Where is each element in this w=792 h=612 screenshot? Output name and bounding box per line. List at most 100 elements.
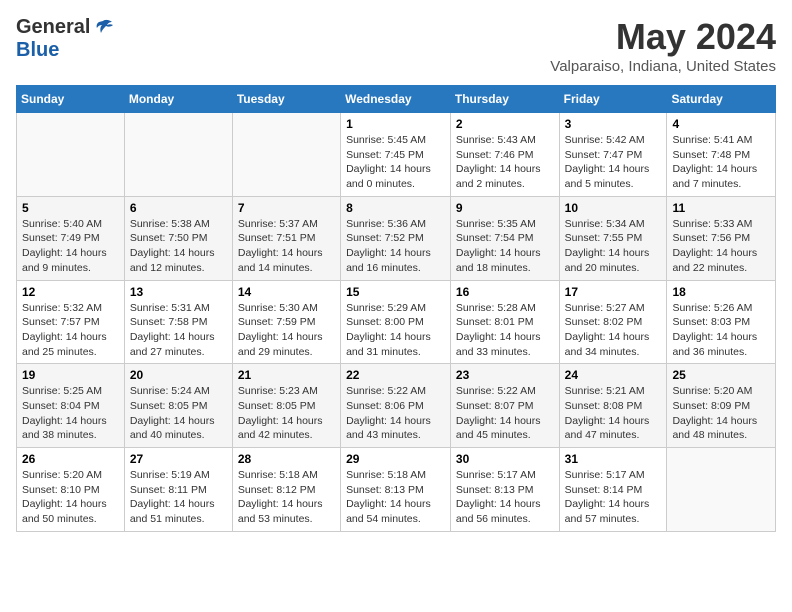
- day-number: 1: [346, 117, 445, 131]
- calendar-cell: 30 Sunrise: 5:17 AM Sunset: 8:13 PM Dayli…: [450, 448, 559, 532]
- calendar-cell: 29Sunrise: 5:18 AM Sunset: 8:13 PM Dayli…: [341, 448, 451, 532]
- day-number: 23: [456, 368, 554, 382]
- day-info: Sunrise: 5:18 AM Sunset: 8:12 PM Dayligh…: [238, 468, 335, 527]
- day-info: Sunrise: 5:45 AM Sunset: 7:45 PM Dayligh…: [346, 133, 445, 192]
- day-info: Sunrise: 5:29 AM Sunset: 8:00 PM Dayligh…: [346, 301, 445, 360]
- calendar-cell: 7Sunrise: 5:37 AM Sunset: 7:51 PM Daylig…: [232, 196, 340, 280]
- day-info: Sunrise: 5:36 AM Sunset: 7:52 PM Dayligh…: [346, 217, 445, 276]
- weekday-header-row: SundayMondayTuesdayWednesdayThursdayFrid…: [17, 86, 776, 113]
- day-info: Sunrise: 5:23 AM Sunset: 8:05 PM Dayligh…: [238, 384, 335, 443]
- day-number: 24: [565, 368, 662, 382]
- day-info: Sunrise: 5:35 AM Sunset: 7:54 PM Dayligh…: [456, 217, 554, 276]
- weekday-header-saturday: Saturday: [667, 86, 776, 113]
- title-section: May 2024 Valparaiso, Indiana, United Sta…: [550, 16, 776, 75]
- day-number: 30: [456, 452, 554, 466]
- day-number: 25: [672, 368, 770, 382]
- day-number: 19: [22, 368, 119, 382]
- logo-blue-text: Blue: [16, 39, 59, 61]
- calendar-cell: 28 Sunrise: 5:18 AM Sunset: 8:12 PM Dayli…: [232, 448, 340, 532]
- day-info: Sunrise: 5:19 AM Sunset: 8:11 PM Dayligh…: [130, 468, 227, 527]
- calendar-cell: 8Sunrise: 5:36 AM Sunset: 7:52 PM Daylig…: [341, 196, 451, 280]
- day-number: 17: [565, 285, 662, 299]
- weekday-header-monday: Monday: [124, 86, 232, 113]
- day-number: 16: [456, 285, 554, 299]
- day-info: Sunrise: 5:40 AM Sunset: 7:49 PM Dayligh…: [22, 217, 119, 276]
- day-info: Sunrise: 5:32 AM Sunset: 7:57 PM Dayligh…: [22, 301, 119, 360]
- calendar-cell: 19 Sunrise: 5:25 AM Sunset: 8:04 PM Dayli…: [17, 364, 125, 448]
- day-info: Sunrise: 5:26 AM Sunset: 8:03 PM Dayligh…: [672, 301, 770, 360]
- day-info: Sunrise: 5:33 AM Sunset: 7:56 PM Dayligh…: [672, 217, 770, 276]
- day-number: 5: [22, 201, 119, 215]
- day-info: Sunrise: 5:27 AM Sunset: 8:02 PM Dayligh…: [565, 301, 662, 360]
- calendar-cell: 22 Sunrise: 5:22 AM Sunset: 8:06 PM Dayli…: [341, 364, 451, 448]
- calendar-cell: 16 Sunrise: 5:28 AM Sunset: 8:01 PM Dayli…: [450, 280, 559, 364]
- calendar-cell: 3 Sunrise: 5:42 AM Sunset: 7:47 PM Daylig…: [559, 113, 667, 197]
- calendar-cell: 23 Sunrise: 5:22 AM Sunset: 8:07 PM Dayli…: [450, 364, 559, 448]
- day-info: Sunrise: 5:17 AM Sunset: 8:14 PM Dayligh…: [565, 468, 662, 527]
- calendar-table: SundayMondayTuesdayWednesdayThursdayFrid…: [16, 85, 776, 532]
- calendar-cell: 2Sunrise: 5:43 AM Sunset: 7:46 PM Daylig…: [450, 113, 559, 197]
- day-number: 7: [238, 201, 335, 215]
- calendar-cell: 14 Sunrise: 5:30 AM Sunset: 7:59 PM Dayli…: [232, 280, 340, 364]
- calendar-cell: 21 Sunrise: 5:23 AM Sunset: 8:05 PM Dayli…: [232, 364, 340, 448]
- weekday-header-wednesday: Wednesday: [341, 86, 451, 113]
- calendar-cell: 10Sunrise: 5:34 AM Sunset: 7:55 PM Dayli…: [559, 196, 667, 280]
- calendar-cell: [17, 113, 125, 197]
- day-number: 20: [130, 368, 227, 382]
- day-info: Sunrise: 5:20 AM Sunset: 8:10 PM Dayligh…: [22, 468, 119, 527]
- day-number: 12: [22, 285, 119, 299]
- day-number: 11: [672, 201, 770, 215]
- day-info: Sunrise: 5:18 AM Sunset: 8:13 PM Dayligh…: [346, 468, 445, 527]
- calendar-cell: [232, 113, 340, 197]
- day-info: Sunrise: 5:28 AM Sunset: 8:01 PM Dayligh…: [456, 301, 554, 360]
- day-number: 10: [565, 201, 662, 215]
- day-number: 13: [130, 285, 227, 299]
- day-info: Sunrise: 5:31 AM Sunset: 7:58 PM Dayligh…: [130, 301, 227, 360]
- day-number: 4: [672, 117, 770, 131]
- calendar-cell: 25 Sunrise: 5:20 AM Sunset: 8:09 PM Dayli…: [667, 364, 776, 448]
- page-header: General Blue May 2024 Valparaiso, Indian…: [16, 16, 776, 75]
- day-number: 26: [22, 452, 119, 466]
- calendar-cell: 17 Sunrise: 5:27 AM Sunset: 8:02 PM Dayli…: [559, 280, 667, 364]
- calendar-cell: [124, 113, 232, 197]
- day-number: 9: [456, 201, 554, 215]
- day-info: Sunrise: 5:17 AM Sunset: 8:13 PM Dayligh…: [456, 468, 554, 527]
- weekday-header-friday: Friday: [559, 86, 667, 113]
- calendar-cell: 20 Sunrise: 5:24 AM Sunset: 8:05 PM Dayli…: [124, 364, 232, 448]
- day-info: Sunrise: 5:20 AM Sunset: 8:09 PM Dayligh…: [672, 384, 770, 443]
- day-number: 6: [130, 201, 227, 215]
- calendar-cell: 5 Sunrise: 5:40 AM Sunset: 7:49 PM Daylig…: [17, 196, 125, 280]
- calendar-cell: 6 Sunrise: 5:38 AM Sunset: 7:50 PM Daylig…: [124, 196, 232, 280]
- weekday-header-tuesday: Tuesday: [232, 86, 340, 113]
- day-number: 2: [456, 117, 554, 131]
- week-row-3: 19 Sunrise: 5:25 AM Sunset: 8:04 PM Dayli…: [17, 364, 776, 448]
- day-number: 28: [238, 452, 335, 466]
- location-title: Valparaiso, Indiana, United States: [550, 58, 776, 75]
- day-info: Sunrise: 5:25 AM Sunset: 8:04 PM Dayligh…: [22, 384, 119, 443]
- calendar-cell: 11 Sunrise: 5:33 AM Sunset: 7:56 PM Dayli…: [667, 196, 776, 280]
- day-number: 31: [565, 452, 662, 466]
- calendar-cell: 1 Sunrise: 5:45 AM Sunset: 7:45 PM Daylig…: [341, 113, 451, 197]
- day-info: Sunrise: 5:38 AM Sunset: 7:50 PM Dayligh…: [130, 217, 227, 276]
- day-number: 27: [130, 452, 227, 466]
- logo: General Blue: [16, 16, 114, 62]
- calendar-cell: 27 Sunrise: 5:19 AM Sunset: 8:11 PM Dayli…: [124, 448, 232, 532]
- day-number: 22: [346, 368, 445, 382]
- calendar-cell: 13 Sunrise: 5:31 AM Sunset: 7:58 PM Dayli…: [124, 280, 232, 364]
- calendar-cell: 9 Sunrise: 5:35 AM Sunset: 7:54 PM Daylig…: [450, 196, 559, 280]
- day-info: Sunrise: 5:41 AM Sunset: 7:48 PM Dayligh…: [672, 133, 770, 192]
- calendar-cell: 24Sunrise: 5:21 AM Sunset: 8:08 PM Dayli…: [559, 364, 667, 448]
- day-number: 3: [565, 117, 662, 131]
- day-number: 14: [238, 285, 335, 299]
- day-info: Sunrise: 5:24 AM Sunset: 8:05 PM Dayligh…: [130, 384, 227, 443]
- day-info: Sunrise: 5:30 AM Sunset: 7:59 PM Dayligh…: [238, 301, 335, 360]
- month-title: May 2024: [550, 16, 776, 58]
- calendar-cell: 18Sunrise: 5:26 AM Sunset: 8:03 PM Dayli…: [667, 280, 776, 364]
- calendar-cell: 12 Sunrise: 5:32 AM Sunset: 7:57 PM Dayli…: [17, 280, 125, 364]
- calendar-cell: 31 Sunrise: 5:17 AM Sunset: 8:14 PM Dayli…: [559, 448, 667, 532]
- day-info: Sunrise: 5:22 AM Sunset: 8:06 PM Dayligh…: [346, 384, 445, 443]
- day-number: 21: [238, 368, 335, 382]
- day-info: Sunrise: 5:22 AM Sunset: 8:07 PM Dayligh…: [456, 384, 554, 443]
- calendar-cell: 15Sunrise: 5:29 AM Sunset: 8:00 PM Dayli…: [341, 280, 451, 364]
- day-info: Sunrise: 5:42 AM Sunset: 7:47 PM Dayligh…: [565, 133, 662, 192]
